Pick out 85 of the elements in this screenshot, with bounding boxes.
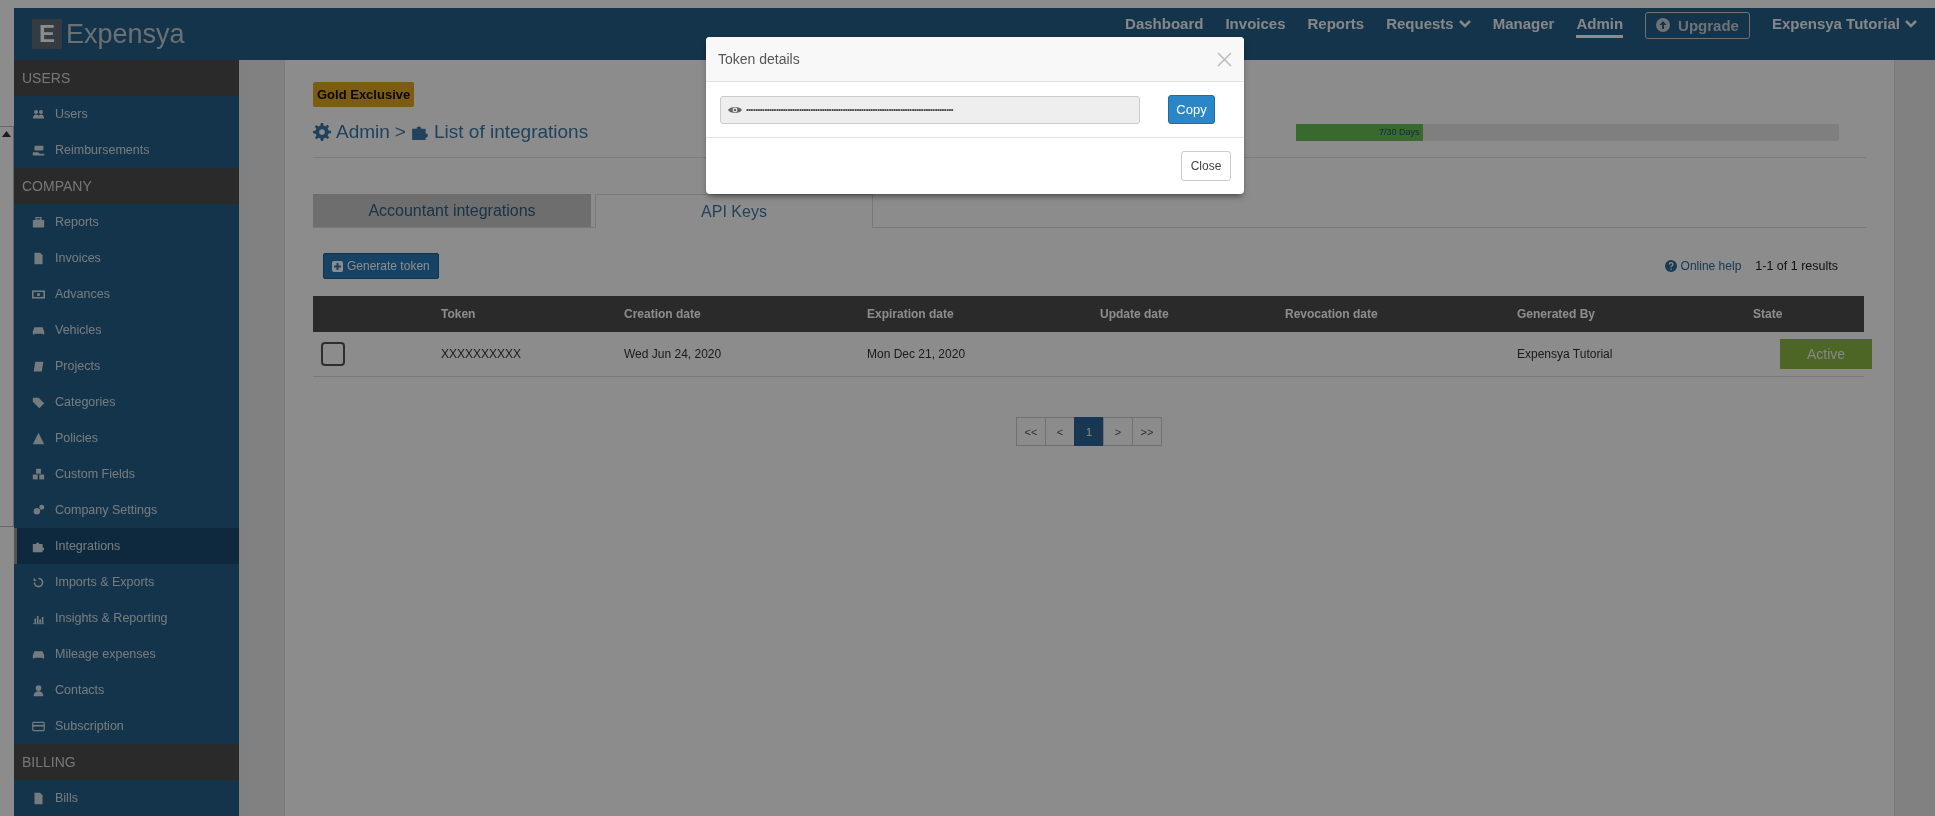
page-title: List of integrations bbox=[433, 121, 589, 143]
document-icon bbox=[32, 791, 45, 805]
plus-icon bbox=[332, 260, 343, 272]
nav-link[interactable]: Reports bbox=[1307, 12, 1365, 38]
sidebar-item[interactable]: Advances bbox=[14, 276, 239, 312]
column-header: Expiration date bbox=[867, 307, 955, 321]
arrow-up-circle-icon bbox=[1656, 18, 1671, 32]
pagination-button[interactable]: << bbox=[1016, 417, 1046, 446]
column-header: Creation date bbox=[624, 307, 702, 321]
sidebar-item[interactable]: Integrations bbox=[14, 528, 239, 564]
nav-link[interactable]: Admin bbox=[1576, 12, 1624, 38]
column-header: Revocation date bbox=[1285, 307, 1379, 321]
briefcase-icon bbox=[32, 215, 45, 229]
plan-badge: Gold Exclusive bbox=[313, 82, 415, 107]
table-cell-text: Expensya Tutorial bbox=[1517, 347, 1614, 361]
sidebar-item[interactable]: Policies bbox=[14, 420, 239, 456]
nav-link[interactable]: Manager bbox=[1492, 12, 1555, 38]
eye-icon[interactable] bbox=[728, 104, 742, 115]
column-header: Generated By bbox=[1517, 307, 1597, 321]
tab[interactable]: Accountant integrations bbox=[313, 194, 591, 227]
generate-token-button[interactable]: Generate token bbox=[323, 253, 439, 279]
sidebar-section-title: BILLING bbox=[14, 744, 239, 780]
sidebar-item[interactable]: Subscription bbox=[14, 708, 239, 744]
online-help-link[interactable]: Online help bbox=[1664, 259, 1742, 273]
gear-icon bbox=[313, 123, 331, 141]
sidebar-item[interactable]: Mileage expenses bbox=[14, 636, 239, 672]
gears-icon bbox=[32, 503, 45, 517]
close-button[interactable]: Close bbox=[1181, 151, 1231, 181]
column-header: State bbox=[1753, 307, 1783, 321]
table-cell-text: Mon Dec 21, 2020 bbox=[867, 347, 967, 361]
nav-dropdown[interactable]: Expensya Tutorial bbox=[1771, 12, 1917, 38]
logo-name: Expensya bbox=[66, 18, 185, 50]
sidebar-item[interactable]: Contacts bbox=[14, 672, 239, 708]
scroll-up-icon[interactable] bbox=[2, 131, 11, 137]
chevron-down-icon bbox=[1458, 19, 1471, 28]
sidebar-item[interactable]: Reimbursements bbox=[14, 132, 239, 168]
banknote-icon bbox=[32, 287, 45, 301]
table-cell-text: Wed Jun 24, 2020 bbox=[624, 347, 723, 361]
sidebar-item[interactable]: Bills bbox=[14, 780, 239, 816]
results-count: 1-1 of 1 results bbox=[1755, 259, 1838, 273]
users-icon bbox=[32, 107, 45, 121]
upgrade-button[interactable]: Upgrade bbox=[1645, 11, 1750, 39]
nav-dropdown[interactable]: Requests bbox=[1386, 12, 1471, 38]
breadcrumb-link[interactable]: Admin bbox=[336, 121, 390, 143]
breadcrumb-separator: > bbox=[394, 121, 406, 143]
help-icon bbox=[1664, 260, 1677, 272]
chevron-down-icon bbox=[1905, 19, 1917, 28]
pagination-button[interactable]: 1 bbox=[1074, 417, 1104, 446]
cash-hand-icon bbox=[32, 143, 45, 157]
cubes-icon bbox=[32, 467, 45, 481]
tab[interactable]: API Keys bbox=[595, 194, 873, 228]
table-cell-text: XXXXXXXXXX bbox=[441, 347, 523, 361]
status-label: Active bbox=[1780, 339, 1872, 369]
document-icon bbox=[32, 251, 45, 265]
warning-icon bbox=[32, 431, 45, 445]
pagination-button[interactable]: > bbox=[1103, 417, 1133, 446]
copy-button[interactable]: Copy bbox=[1168, 95, 1215, 124]
tag-icon bbox=[32, 395, 45, 409]
scrollbar[interactable] bbox=[239, 60, 249, 816]
nav-link[interactable]: Invoices bbox=[1225, 12, 1286, 38]
sidebar-item[interactable]: Categories bbox=[14, 384, 239, 420]
sidebar-item[interactable]: Custom Fields bbox=[14, 456, 239, 492]
sidebar-item[interactable]: Vehicles bbox=[14, 312, 239, 348]
column-header: Token bbox=[441, 307, 477, 321]
pagination-button[interactable]: < bbox=[1045, 417, 1075, 446]
person-icon bbox=[32, 683, 45, 697]
book-icon bbox=[32, 359, 45, 373]
sidebar-item[interactable]: Users bbox=[14, 96, 239, 132]
sidebar-section-title: COMPANY bbox=[14, 168, 239, 204]
history-icon bbox=[32, 575, 45, 589]
token-field[interactable]: •••••••••••••••••••••••••••••••••••••••••••••••••••••••••••••••••••••••••••••••••••••••••• bbox=[720, 95, 1140, 124]
sidebar-item[interactable]: Reports bbox=[14, 204, 239, 240]
sidebar-item[interactable]: Invoices bbox=[14, 240, 239, 276]
sidebar-item[interactable]: Insights & Reporting bbox=[14, 600, 239, 636]
logo-mark: E bbox=[32, 19, 62, 49]
sidebar-item[interactable]: Projects bbox=[14, 348, 239, 384]
dialog-title: Token details bbox=[718, 51, 800, 67]
sidebar-item[interactable]: Imports & Exports bbox=[14, 564, 239, 600]
column-header: Update date bbox=[1100, 307, 1170, 321]
row-checkbox[interactable] bbox=[321, 342, 345, 366]
pagination-button[interactable]: >> bbox=[1132, 417, 1162, 446]
sidebar-section-title: USERS bbox=[14, 60, 239, 96]
sidebar-item[interactable]: Company Settings bbox=[14, 492, 239, 528]
credit-card-icon bbox=[32, 719, 45, 733]
nav-link[interactable]: Dashboard bbox=[1125, 12, 1204, 38]
